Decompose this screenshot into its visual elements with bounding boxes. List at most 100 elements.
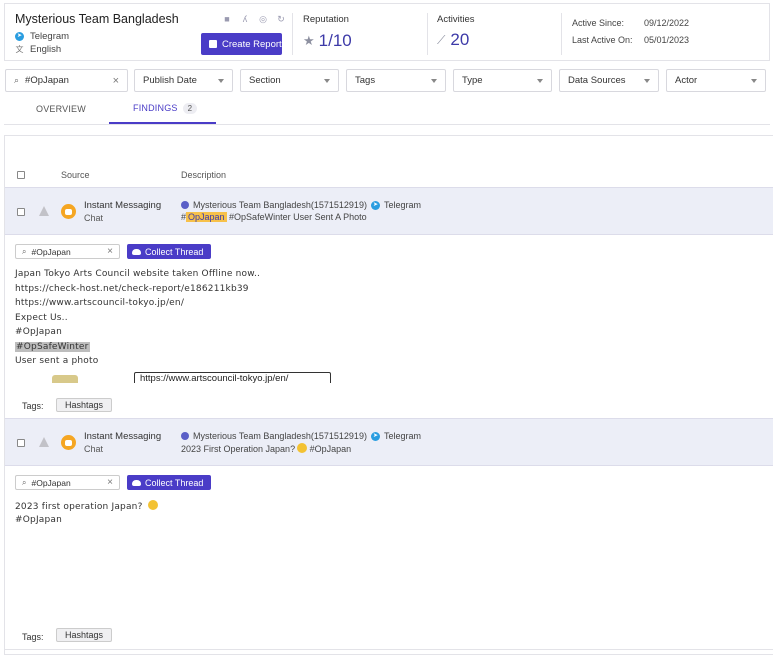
active-since-value: 09/12/2022 [644, 18, 690, 28]
description-text: 2023 First Operation Japan? [181, 444, 296, 454]
last-active-value: 05/01/2023 [644, 35, 690, 45]
reputation-stat: ★ 1/10 [303, 31, 352, 51]
select-all-checkbox[interactable] [17, 171, 25, 179]
description-tail: #OpJapan [309, 444, 352, 454]
thread-search-input[interactable]: ⌕ #OpJapan × [15, 475, 120, 490]
fingerprint-icon[interactable]: ◎ [258, 14, 268, 24]
cloud-upload-icon [132, 248, 141, 255]
collect-thread-button[interactable]: Collect Thread [127, 475, 211, 490]
language-line: 文 English [15, 44, 62, 55]
row-divider [5, 649, 773, 650]
thread-search-value: #OpJapan [31, 477, 71, 488]
tags-label: Tags: [22, 632, 44, 642]
clear-icon[interactable]: × [107, 246, 113, 257]
source-subtitle: Chat [84, 213, 104, 223]
tag-chip[interactable]: Hashtags [56, 398, 113, 412]
section-label: Section [249, 75, 281, 86]
author-name[interactable]: Mysterious Team Bangladesh(1571512919) [193, 431, 367, 441]
body-line: User sent a photo [15, 356, 99, 366]
section-filter[interactable]: Section [240, 69, 339, 92]
divider [561, 13, 562, 55]
collect-thread-label: Collect Thread [145, 477, 204, 488]
refresh-icon[interactable]: ↻ [276, 14, 286, 24]
message-body: Japan Tokyo Arts Council website taken O… [15, 269, 260, 371]
type-label: Type [462, 75, 483, 86]
source-title: Instant Messaging [84, 200, 162, 211]
create-report-button[interactable]: Create Report [201, 33, 282, 55]
header-tool-icons: ■ ʎ ◎ ↻ [222, 14, 286, 24]
finding-description: # OpJapan #OpSafeWinter User Sent A Photo [181, 212, 367, 222]
warning-icon [39, 206, 49, 216]
translate-icon: 文 [15, 45, 24, 54]
platform-line: ➤ Telegram [15, 31, 69, 42]
trend-icon: ⟋ [437, 32, 446, 47]
chevron-down-icon [537, 78, 543, 83]
platform-label: Telegram [30, 31, 70, 42]
clear-icon[interactable]: × [107, 477, 113, 488]
divider [292, 13, 293, 55]
type-filter[interactable]: Type [453, 69, 552, 92]
chevron-down-icon [644, 78, 650, 83]
language-label: English [30, 44, 62, 55]
activities-value: 20 [450, 30, 470, 49]
chat-source-icon [61, 204, 76, 219]
collect-thread-button[interactable]: Collect Thread [127, 244, 211, 259]
author-line: Mysterious Team Bangladesh(1571512919) ➤… [181, 431, 421, 441]
translate-tool-icon[interactable]: ʎ [240, 14, 250, 24]
author-name[interactable]: Mysterious Team Bangladesh(1571512919) [193, 200, 367, 210]
search-highlight: OpJapan [186, 212, 227, 222]
actor-filter[interactable]: Actor [666, 69, 766, 92]
report-icon [209, 40, 217, 48]
author-line: Mysterious Team Bangladesh(1571512919) ➤… [181, 200, 421, 210]
actor-header: Mysterious Team Bangladesh ➤ Telegram 文 … [4, 3, 770, 61]
source-subtitle: Chat [84, 444, 104, 454]
reputation-value: 1/10 [318, 31, 352, 50]
divider [427, 13, 428, 55]
clear-icon[interactable]: × [113, 75, 119, 87]
tags-filter[interactable]: Tags [346, 69, 446, 92]
col-header-description: Description [181, 170, 227, 180]
actor-name: Mysterious Team Bangladesh [15, 12, 179, 26]
data-sources-filter[interactable]: Data Sources [559, 69, 659, 92]
collect-thread-label: Collect Thread [145, 246, 204, 257]
tag-chip[interactable]: Hashtags [56, 628, 113, 642]
actor-label: Actor [675, 75, 698, 86]
publish-date-filter[interactable]: Publish Date [134, 69, 233, 92]
search-filter[interactable]: ⌕ #OpJapan × [5, 69, 128, 92]
last-active-label: Last Active On: [572, 35, 633, 45]
star-icon: ★ [303, 33, 315, 48]
briefcase-icon[interactable]: ■ [222, 14, 232, 24]
user-icon [181, 201, 189, 209]
chevron-down-icon [431, 78, 437, 83]
attached-photo[interactable]: https://www.artscouncil-tokyo.jp/en/ [36, 371, 432, 383]
search-icon: ⌕ [22, 246, 27, 256]
tab-overview[interactable]: OVERVIEW [36, 104, 86, 114]
body-link[interactable]: https://check-host.net/check-report/e186… [15, 284, 260, 299]
body-line: Japan Tokyo Arts Council website taken O… [15, 269, 261, 279]
search-icon: ⌕ [22, 477, 27, 487]
body-highlight: #OpSafeWinter [15, 341, 90, 352]
chevron-down-icon [751, 78, 757, 83]
warning-icon [39, 437, 49, 447]
platform-name: Telegram [383, 431, 421, 441]
tab-findings-label: FINDINGS [133, 103, 178, 113]
publish-date-label: Publish Date [143, 75, 197, 86]
table-row[interactable] [5, 187, 773, 235]
body-line: #OpJapan [15, 514, 63, 525]
finding-description: 2023 First Operation Japan? #OpJapan [181, 443, 351, 454]
telegram-icon: ➤ [15, 32, 24, 41]
activities-label: Activities [437, 14, 475, 25]
telegram-icon: ➤ [370, 200, 380, 210]
user-icon [181, 432, 189, 440]
platform-name: Telegram [383, 200, 421, 210]
table-row[interactable] [5, 418, 773, 466]
body-link[interactable]: https://www.artscouncil-tokyo.jp/en/ [15, 298, 260, 313]
search-input[interactable]: #OpJapan [25, 75, 69, 86]
tab-findings[interactable]: FINDINGS 2 [133, 103, 198, 114]
row-checkbox[interactable] [17, 208, 25, 216]
findings-count-badge: 2 [182, 103, 198, 114]
tabs-divider [4, 124, 770, 125]
row-checkbox[interactable] [17, 439, 25, 447]
thread-search-input[interactable]: ⌕ #OpJapan × [15, 244, 120, 259]
body-line: Expect Us.. [15, 312, 68, 323]
